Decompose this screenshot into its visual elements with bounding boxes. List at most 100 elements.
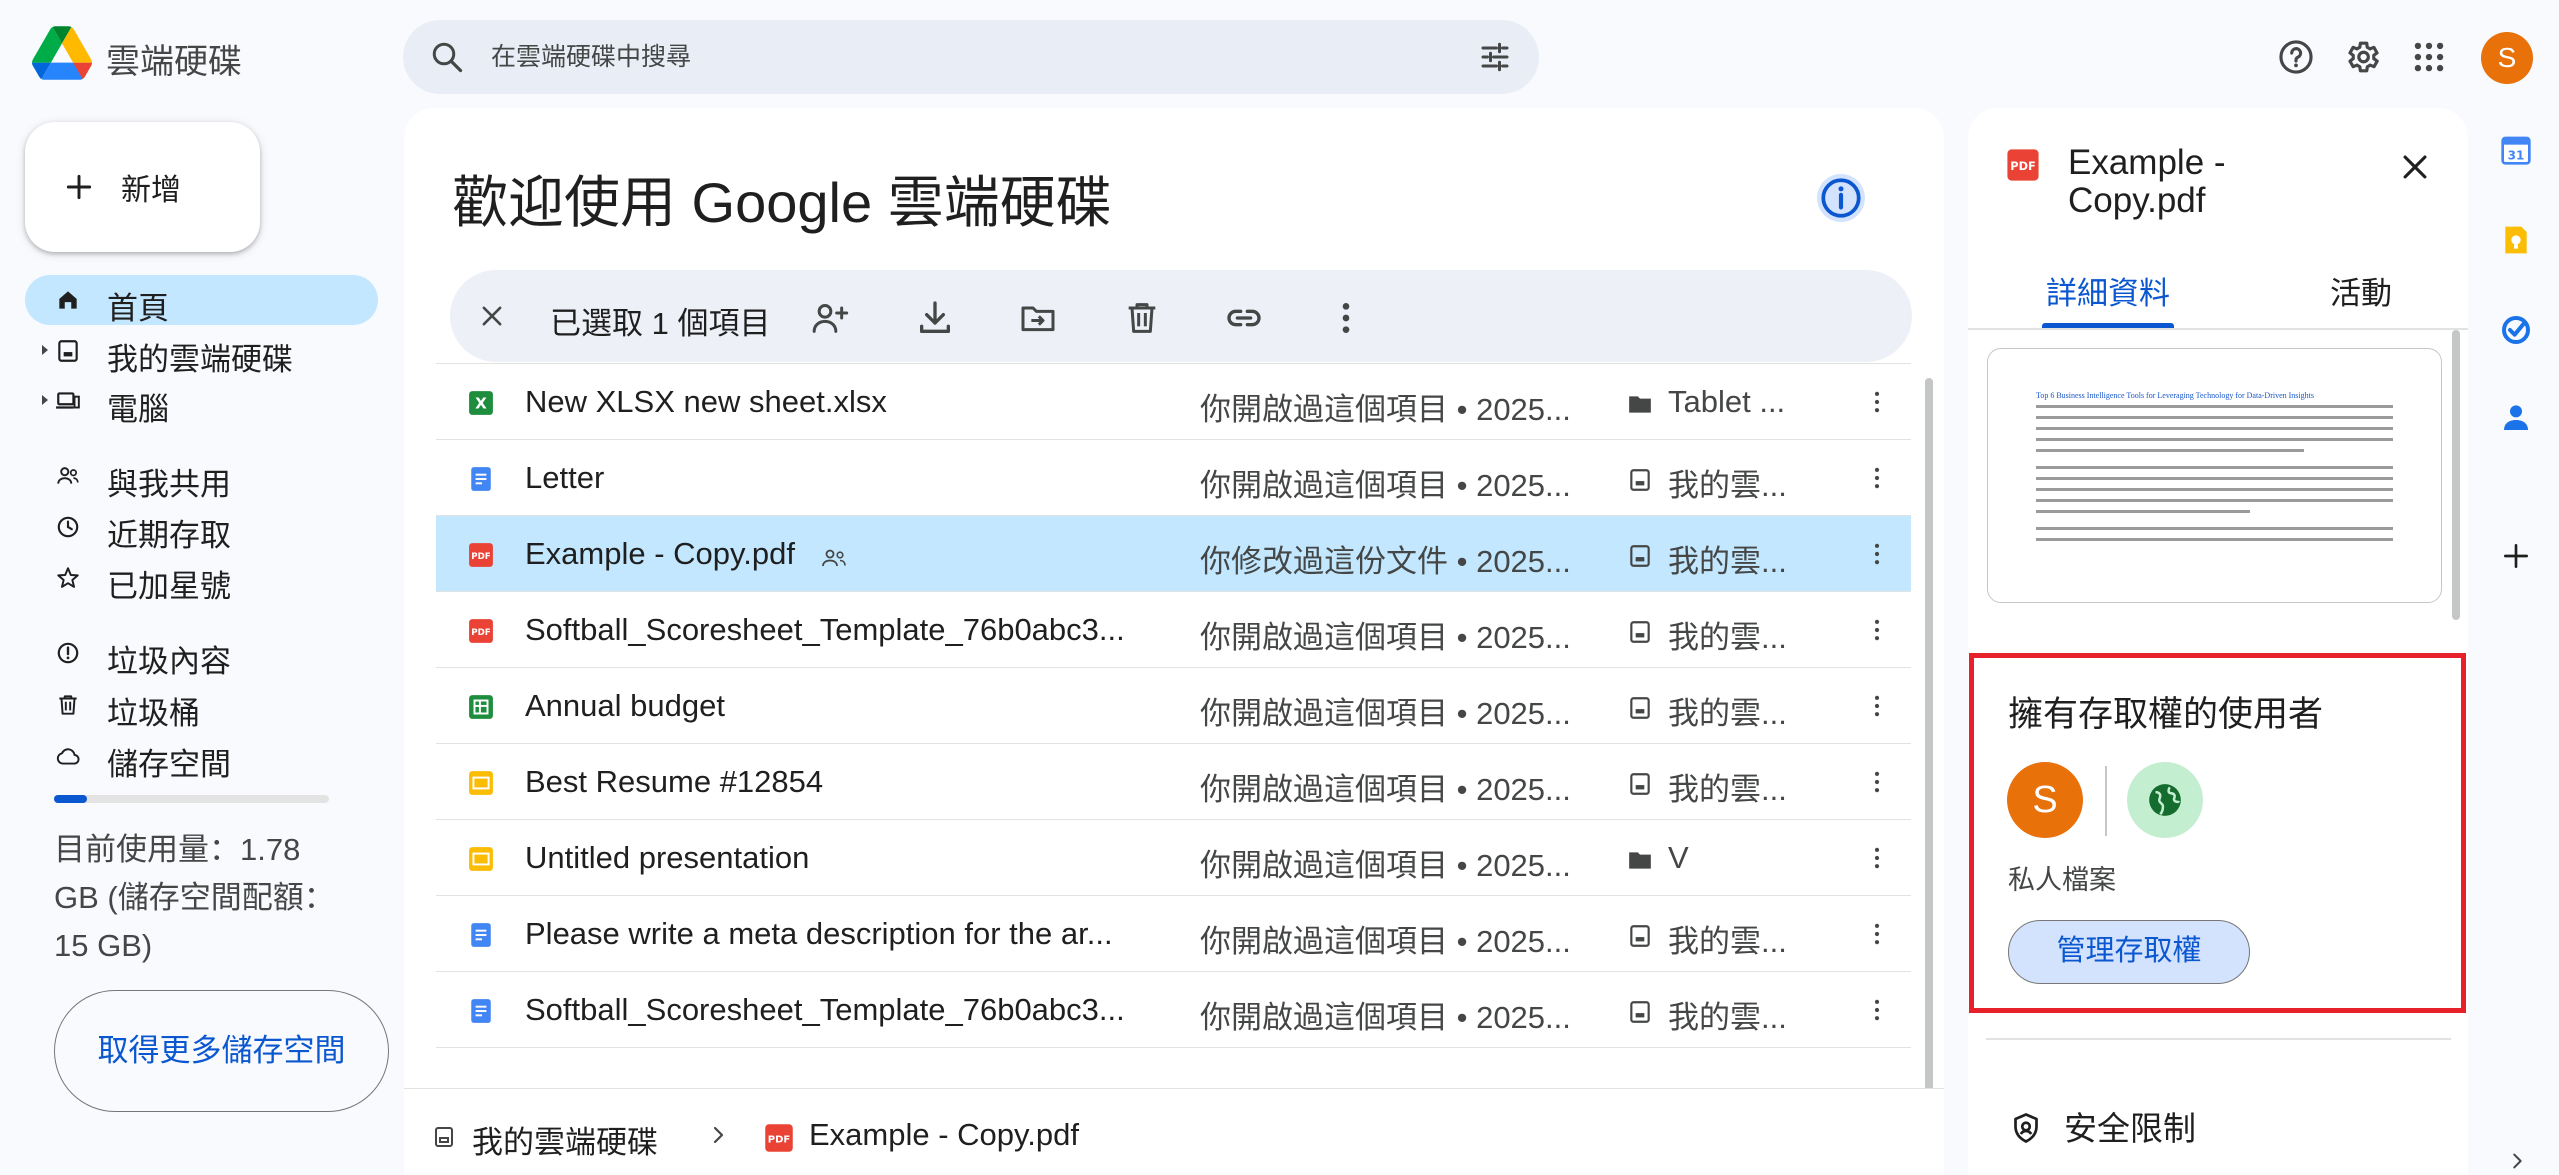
more-options-icon[interactable] [1863,388,1891,416]
new-button-label: 新增 [121,174,181,207]
chevron-right-icon[interactable] [2506,1150,2528,1172]
file-row[interactable]: Softball_Scoresheet_Template_76b0abc3...… [436,972,1911,1048]
file-row[interactable]: Annual budget 你開啟過這個項目 • 2025... 我的雲... [436,668,1911,744]
sidebar-item-label: 近期存取 [107,518,231,553]
more-options-icon[interactable] [1863,616,1891,644]
security-limits-icon [2008,1110,2044,1146]
more-options-icon[interactable] [1863,996,1891,1024]
file-row[interactable]: Untitled presentation 你開啟過這個項目 • 2025... V [436,820,1911,896]
file-name[interactable]: Softball_Scoresheet_Template_76b0abc3... [525,992,1185,1028]
more-options-icon[interactable] [1863,540,1891,568]
get-add-ons-icon[interactable] [2500,540,2532,572]
sidebar-item-spam[interactable]: 垃圾內容 [25,628,378,679]
sidebar-item-cloud[interactable]: 儲存空間 [25,731,378,782]
download-icon[interactable] [915,298,955,338]
drive-logo-icon[interactable] [32,26,92,80]
file-row[interactable]: Best Resume #12854 你開啟過這個項目 • 2025... 我的雲.… [436,744,1911,820]
file-location[interactable]: Tablet ... [1668,384,1798,420]
file-location[interactable]: V [1668,840,1798,876]
new-button[interactable]: 新增 [25,122,260,252]
breadcrumb-root[interactable]: 我的雲端硬碟 [472,1117,658,1162]
more-options-icon[interactable] [1863,920,1891,948]
file-name[interactable]: Please write a meta description for the … [525,916,1185,952]
sidebar-item-shared-with-me[interactable]: 與我共用 [25,451,378,502]
file-name[interactable]: New XLSX new sheet.xlsx [525,384,1185,420]
file-name[interactable]: Letter [525,460,1185,496]
app-title: 雲端硬碟 [106,43,242,81]
clear-selection-icon[interactable] [478,302,506,330]
drive-icon [1627,467,1653,493]
search-input[interactable] [491,34,1391,80]
close-icon[interactable] [2398,150,2432,184]
folder-icon [1627,391,1653,417]
file-preview-thumbnail[interactable]: Top 6 Business Intelligence Tools for Le… [1987,348,2442,603]
sidebar-item-star[interactable]: 已加星號 [25,553,378,604]
file-name[interactable]: Softball_Scoresheet_Template_76b0abc3... [525,612,1185,648]
link-access-globe-icon[interactable] [2127,762,2203,838]
file-row[interactable]: Letter 你開啟過這個項目 • 2025... 我的雲... [436,440,1911,516]
sidebar-item-label: 首頁 [107,291,169,326]
shared-with-me-icon [55,463,81,489]
svg-text:PDF: PDF [2010,159,2035,173]
get-more-storage-button[interactable]: 取得更多儲存空間 [54,990,389,1112]
copy-link-icon[interactable] [1224,298,1264,338]
search-options-icon[interactable] [1477,39,1513,75]
search-icon[interactable] [429,39,465,75]
more-options-icon[interactable] [1863,768,1891,796]
share-icon[interactable] [810,298,850,338]
sidebar-item-drive[interactable]: 我的雲端硬碟 [25,326,378,377]
tasks-icon[interactable] [2500,314,2532,346]
move-to-folder-icon[interactable] [1018,298,1058,338]
file-location[interactable]: 我的雲... [1668,612,1798,657]
trash-icon[interactable] [1122,298,1162,338]
file-row[interactable]: X New XLSX new sheet.xlsx 你開啟過這個項目 • 2025.… [436,364,1911,440]
file-name[interactable]: Example - Copy.pdf [525,536,1185,572]
account-avatar[interactable]: S [2481,32,2533,84]
file-row[interactable]: PDF Softball_Scoresheet_Template_76b0abc3… [436,592,1911,668]
expand-arrow-icon[interactable] [40,344,50,356]
more-options-icon[interactable] [1863,692,1891,720]
file-activity: 你開啟過這個項目 • 2025... [1200,924,1571,959]
sidebar-item-clock[interactable]: 近期存取 [25,502,378,553]
help-icon[interactable] [2277,38,2315,76]
gear-icon[interactable] [2343,38,2381,76]
file-location[interactable]: 我的雲... [1668,916,1798,961]
file-name[interactable]: Best Resume #12854 [525,764,1185,800]
file-activity: 你開啟過這個項目 • 2025... [1200,392,1571,427]
sidebar-item-label: 電腦 [107,392,169,427]
svg-text:31: 31 [2508,148,2525,162]
file-row[interactable]: Please write a meta description for the … [436,896,1911,972]
sidebar-item-home[interactable]: 首頁 [25,275,378,326]
more-actions-icon[interactable] [1326,298,1366,338]
file-row[interactable]: PDF Example - Copy.pdf 你修改過這份文件 • 2025... 我… [436,516,1911,592]
file-activity: 你修改過這份文件 • 2025... [1200,544,1571,579]
search-bar[interactable] [403,20,1539,94]
expand-arrow-icon[interactable] [40,394,50,406]
calendar-icon[interactable]: 31 [2500,134,2532,166]
file-name[interactable]: Untitled presentation [525,840,1185,876]
google-apps-icon[interactable] [2410,38,2448,76]
breadcrumb-current-file[interactable]: Example - Copy.pdf [809,1117,1079,1153]
file-location[interactable]: 我的雲... [1668,688,1798,733]
keep-icon[interactable] [2500,224,2532,256]
file-location[interactable]: 我的雲... [1668,460,1798,505]
file-location[interactable]: 我的雲... [1668,992,1798,1037]
details-scrollbar[interactable] [2452,330,2460,620]
file-location[interactable]: 我的雲... [1668,764,1798,809]
info-icon[interactable] [1816,173,1866,223]
sidebar-item-computer[interactable]: 電腦 [25,376,378,427]
more-options-icon[interactable] [1863,464,1891,492]
owner-avatar[interactable]: S [2007,762,2083,838]
svg-text:PDF: PDF [471,628,491,638]
contacts-icon[interactable] [2500,402,2532,434]
file-location[interactable]: 我的雲... [1668,536,1798,581]
file-activity: 你開啟過這個項目 • 2025... [1200,620,1571,655]
security-limits-label[interactable]: 安全限制 [2064,1102,2196,1150]
tab-details[interactable]: 詳細資料 [2046,268,2170,313]
manage-access-button[interactable]: 管理存取權 [2008,920,2250,984]
sidebar-item-trash[interactable]: 垃圾桶 [25,680,378,731]
file-name[interactable]: Annual budget [525,688,1185,724]
more-options-icon[interactable] [1863,844,1891,872]
file-list-scrollbar[interactable] [1925,378,1933,1168]
tab-activity[interactable]: 活動 [2330,268,2392,313]
